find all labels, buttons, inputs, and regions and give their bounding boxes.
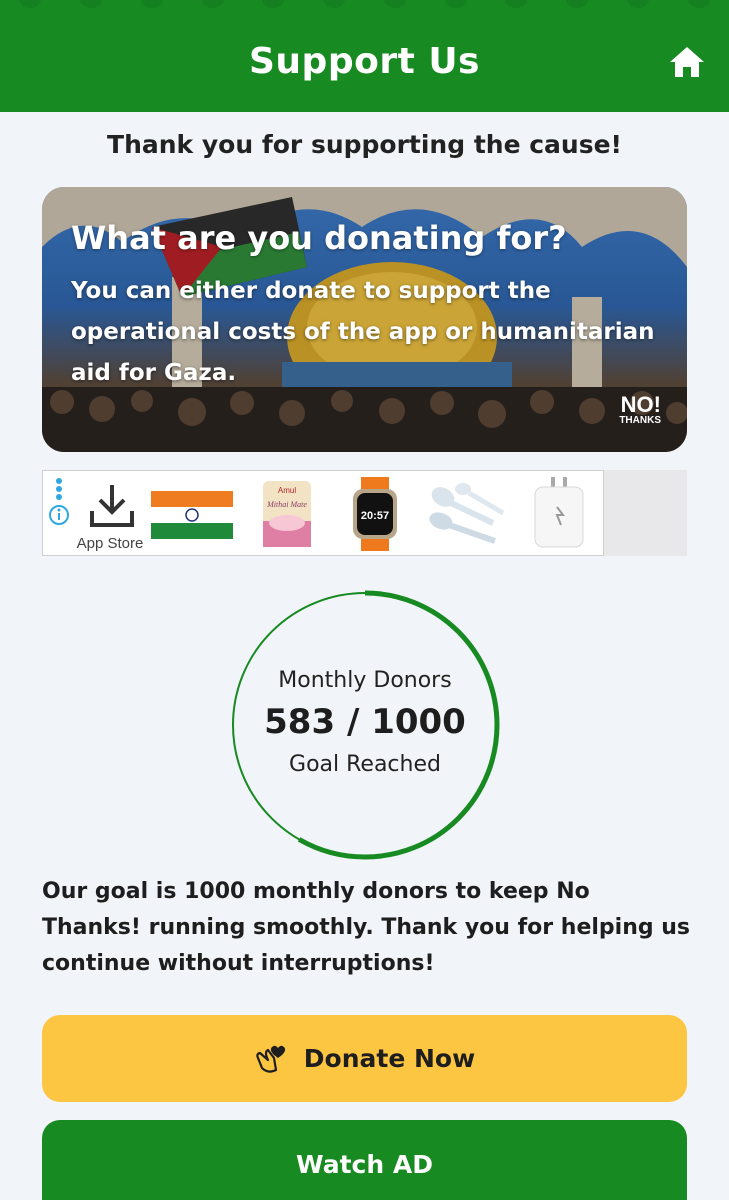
progress-sub: Goal Reached — [289, 752, 441, 777]
svg-text:Mithai Mate: Mithai Mate — [266, 500, 307, 509]
page-title: Support Us — [249, 40, 480, 82]
watch-ad-button[interactable]: Watch AD — [42, 1120, 687, 1200]
india-flag-image — [151, 491, 233, 539]
charger-image — [534, 477, 584, 548]
home-button[interactable] — [667, 44, 707, 80]
no-thanks-logo: NO! THANKS — [619, 392, 661, 426]
banner-body: You can either donate to support the ope… — [71, 278, 655, 386]
thank-you-message: Thank you for supporting the cause! — [107, 130, 622, 159]
info-banner: What are you donating for? You can eithe… — [42, 187, 687, 452]
donor-progress-ring: Monthly Donors 583 / 1000 Goal Reached — [230, 590, 500, 860]
ad-banner[interactable]: App Store Amul Mithai Mate 20:57 — [42, 470, 687, 556]
progress-label: Monthly Donors — [278, 668, 452, 693]
spatula-set-image — [429, 483, 505, 544]
mithai-mate-tin-image: Amul Mithai Mate — [263, 481, 311, 547]
app-store-label: App Store — [76, 535, 144, 552]
app-store-button[interactable]: App Store — [57, 481, 147, 552]
smartwatch-image: 20:57 — [353, 477, 397, 551]
progress-value: 583 / 1000 — [264, 702, 466, 742]
home-icon — [670, 47, 704, 77]
goal-description: Our goal is 1000 monthly donors to keep … — [42, 879, 691, 976]
donate-now-button[interactable]: Donate Now — [42, 1015, 687, 1102]
svg-text:Amul: Amul — [278, 486, 296, 495]
banner-title: What are you donating for? — [71, 219, 567, 257]
donate-now-label: Donate Now — [303, 1044, 476, 1073]
app-header: Support Us — [0, 0, 729, 112]
hand-heart-icon — [256, 1045, 285, 1073]
watch-ad-label: Watch AD — [296, 1150, 433, 1179]
svg-text:20:57: 20:57 — [361, 510, 389, 522]
download-icon — [90, 485, 134, 527]
